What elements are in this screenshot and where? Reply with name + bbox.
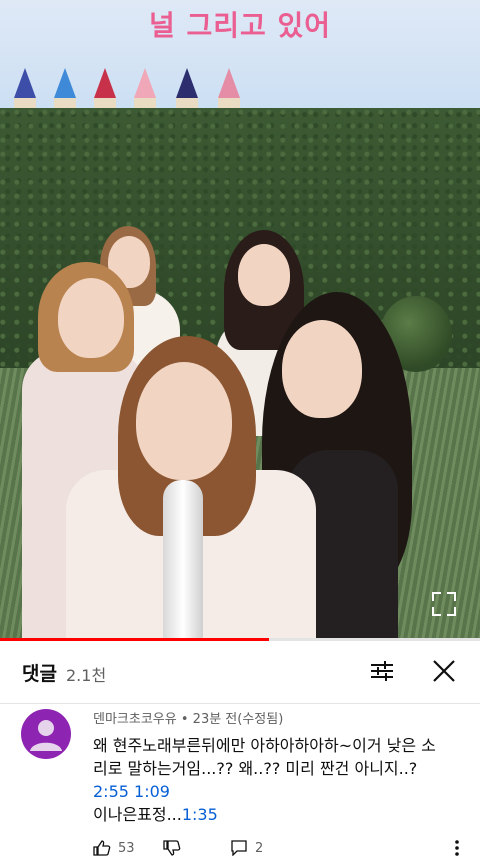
comment-item: 덴마크초코우유 • 23분 전(수정됨) 왜 현주노래부른뒤에만 아하아하아하~… <box>0 704 480 856</box>
video-caption-title: 널 그리고 있어 <box>148 9 332 42</box>
timestamp-link[interactable]: 1:35 <box>182 805 218 824</box>
comment-line-1: 왜 현주노래부른뒤에만 아하아하아하~이거 낮은 소 <box>93 736 436 755</box>
pencil-decorations <box>0 62 480 112</box>
microphone <box>163 480 203 638</box>
comment-author[interactable]: 덴마크초코우유 <box>93 712 177 727</box>
avatar[interactable] <box>21 709 71 759</box>
comment-text: 왜 현주노래부른뒤에만 아하아하아하~이거 낮은 소 리로 말하는거임...??… <box>93 734 448 826</box>
comment-actions: 53 2 <box>93 840 453 858</box>
close-icon[interactable] <box>430 657 458 685</box>
video-player[interactable]: 널 그리고 있어 <box>0 0 480 638</box>
comment-time: 23분 전(수정됨) <box>192 712 284 727</box>
comment-meta: 덴마크초코우유 • 23분 전(수정됨) <box>93 708 283 727</box>
default-user-icon <box>30 720 62 751</box>
sort-icon[interactable] <box>368 657 396 685</box>
timestamp-link[interactable]: 1:09 <box>134 782 170 801</box>
more-options-icon[interactable] <box>452 838 462 858</box>
comment-line-4: 이나은표정...1:35 <box>93 803 448 826</box>
comments-header: 댓글 2.1천 <box>0 641 480 704</box>
reply-count: 2 <box>255 840 264 856</box>
comments-count: 2.1천 <box>66 666 107 685</box>
comment-line-3: 2:55 1:09 <box>93 780 448 803</box>
comment-line-4-text: 이나은표정... <box>93 805 182 824</box>
comments-title: 댓글 <box>22 663 57 685</box>
like-count: 53 <box>118 840 135 856</box>
fullscreen-icon[interactable] <box>432 592 456 616</box>
comment-line-2: 리로 말하는거임...?? 왜..?? 미리 짠건 아니지..? <box>93 759 418 778</box>
meta-separator: • <box>176 712 193 727</box>
timestamp-link[interactable]: 2:55 <box>93 782 129 801</box>
